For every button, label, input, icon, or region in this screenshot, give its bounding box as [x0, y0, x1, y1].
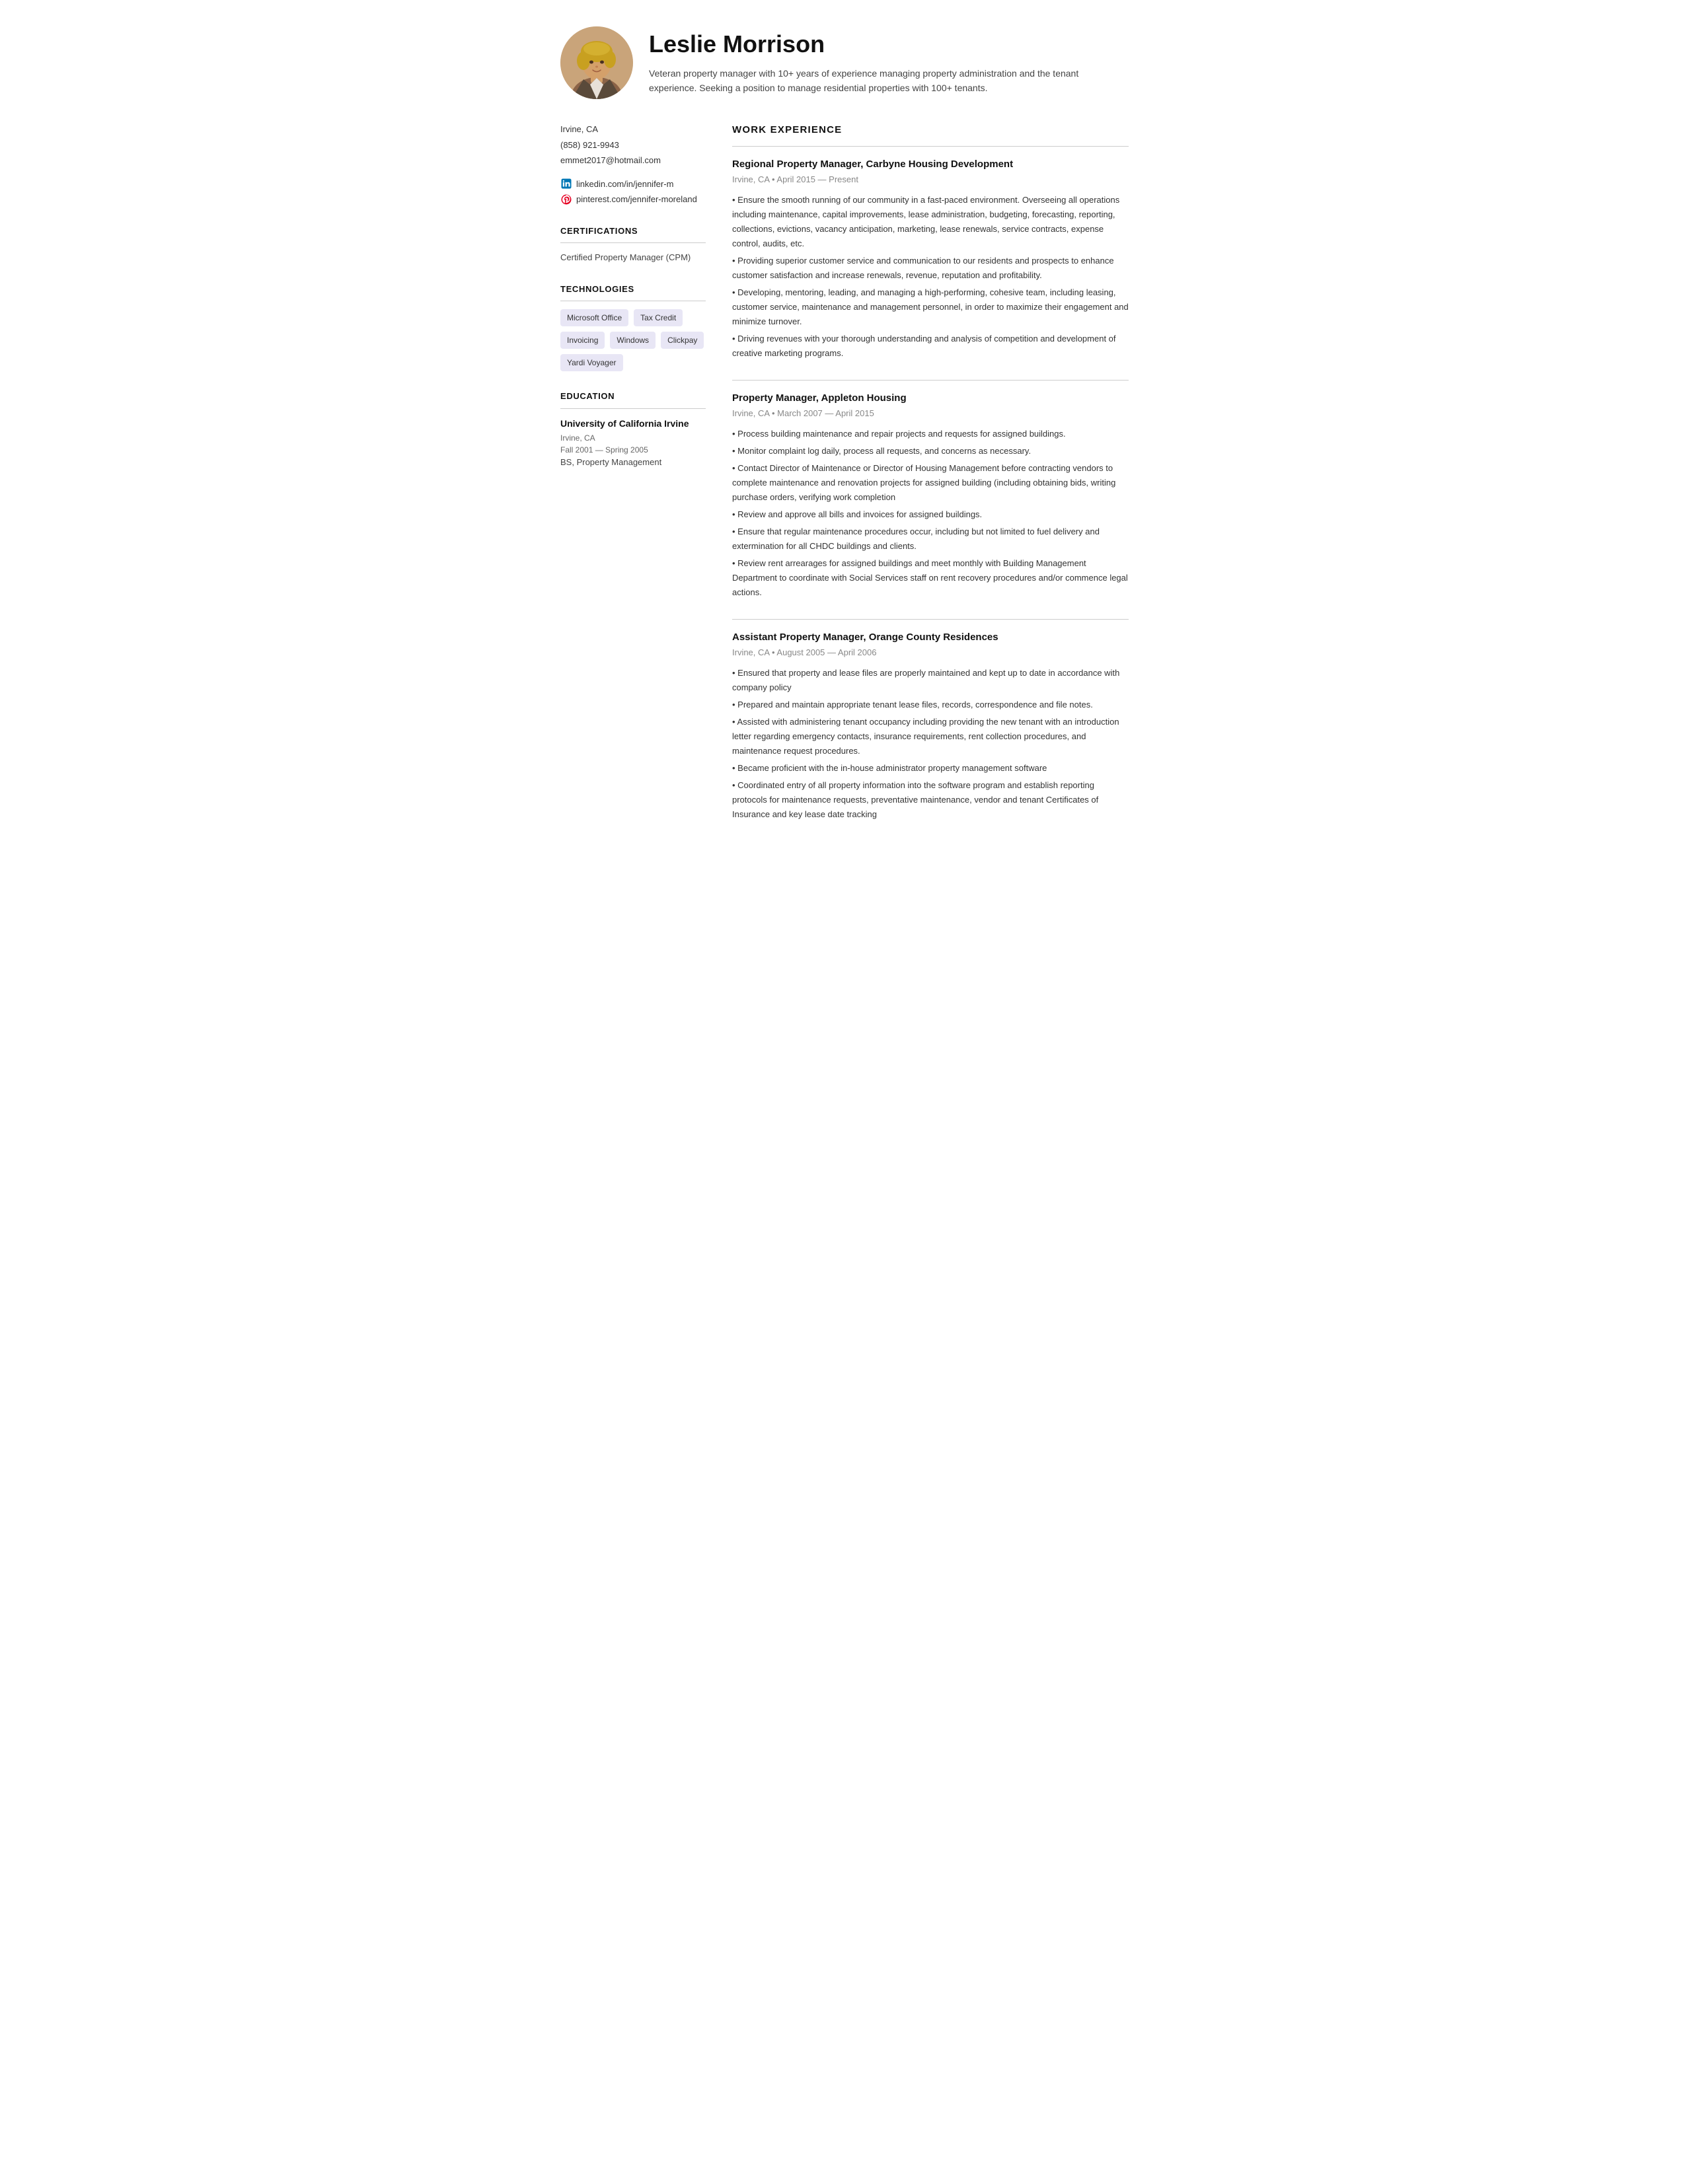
social-section: linkedin.com/in/jennifer-m pinterest.com… — [560, 178, 706, 206]
job-bullet-0-0: • Ensure the smooth running of our commu… — [732, 193, 1129, 251]
job-bullet-0-3: • Driving revenues with your thorough un… — [732, 332, 1129, 361]
job-bullet-1-1: • Monitor complaint log daily, process a… — [732, 444, 1129, 458]
certifications-title: CERTIFICATIONS — [560, 225, 706, 238]
cert-item-0: Certified Property Manager (CPM) — [560, 251, 706, 264]
pinterest-text: pinterest.com/jennifer-moreland — [576, 193, 697, 206]
tech-tag-1: Tax Credit — [634, 309, 683, 326]
contact-section: Irvine, CA (858) 921-9943 emmet2017@hotm… — [560, 123, 706, 167]
edu-school-0: University of California Irvine — [560, 417, 706, 431]
tech-tag-3: Windows — [610, 332, 656, 349]
cert-divider — [560, 242, 706, 243]
job-bullet-0-2: • Developing, mentoring, leading, and ma… — [732, 285, 1129, 329]
job-block-0: Regional Property Manager, Carbyne Housi… — [732, 157, 1129, 361]
contact-location: Irvine, CA — [560, 123, 706, 136]
job-bullet-1-0: • Process building maintenance and repai… — [732, 427, 1129, 441]
body-layout: Irvine, CA (858) 921-9943 emmet2017@hotm… — [560, 123, 1129, 841]
header-info: Leslie Morrison Veteran property manager… — [649, 26, 1129, 96]
job-bullet-2-0: • Ensured that property and lease files … — [732, 666, 1129, 695]
job-title-2: Assistant Property Manager, Orange Count… — [732, 630, 1129, 645]
work-experience-section: WORK EXPERIENCE Regional Property Manage… — [732, 123, 1129, 822]
technologies-title: TECHNOLOGIES — [560, 283, 706, 296]
job-description-2: • Ensured that property and lease files … — [732, 666, 1129, 822]
job-bullet-1-5: • Review rent arrearages for assigned bu… — [732, 556, 1129, 600]
avatar — [560, 26, 633, 99]
pinterest-link[interactable]: pinterest.com/jennifer-moreland — [560, 193, 706, 206]
job-bullet-1-4: • Ensure that regular maintenance proced… — [732, 525, 1129, 554]
contact-email: emmet2017@hotmail.com — [560, 154, 706, 167]
job-block-2: Assistant Property Manager, Orange Count… — [732, 630, 1129, 822]
resume-container: Leslie Morrison Veteran property manager… — [527, 0, 1162, 867]
header-section: Leslie Morrison Veteran property manager… — [560, 26, 1129, 99]
job-bullet-2-4: • Coordinated entry of all property info… — [732, 778, 1129, 822]
tech-tag-2: Invoicing — [560, 332, 605, 349]
candidate-name: Leslie Morrison — [649, 26, 1129, 62]
job-bullet-0-1: • Providing superior customer service an… — [732, 254, 1129, 283]
education-title: EDUCATION — [560, 390, 706, 403]
job-block-1: Property Manager, Appleton Housing Irvin… — [732, 391, 1129, 601]
tech-tag-5: Yardi Voyager — [560, 354, 623, 371]
job-title-0: Regional Property Manager, Carbyne Housi… — [732, 157, 1129, 172]
job-meta-1: Irvine, CA • March 2007 — April 2015 — [732, 407, 1129, 420]
tech-tag-4: Clickpay — [661, 332, 704, 349]
work-divider — [732, 146, 1129, 147]
linkedin-link[interactable]: linkedin.com/in/jennifer-m — [560, 178, 706, 191]
job-divider-1 — [732, 380, 1129, 381]
education-section: EDUCATION University of California Irvin… — [560, 390, 706, 468]
work-experience-title: WORK EXPERIENCE — [732, 123, 1129, 138]
job-bullet-1-2: • Contact Director of Maintenance or Dir… — [732, 461, 1129, 505]
contact-phone: (858) 921-9943 — [560, 139, 706, 152]
job-meta-0: Irvine, CA • April 2015 — Present — [732, 173, 1129, 186]
edu-degree-0: BS, Property Management — [560, 456, 706, 469]
edu-dates-0: Fall 2001 — Spring 2005 — [560, 444, 706, 456]
edu-divider — [560, 408, 706, 409]
pinterest-icon — [560, 194, 572, 205]
linkedin-icon — [560, 178, 572, 190]
job-bullet-2-3: • Became proficient with the in-house ad… — [732, 761, 1129, 776]
candidate-summary: Veteran property manager with 10+ years … — [649, 66, 1098, 96]
job-meta-2: Irvine, CA • August 2005 — April 2006 — [732, 646, 1129, 659]
certifications-section: CERTIFICATIONS Certified Property Manage… — [560, 225, 706, 264]
main-content: WORK EXPERIENCE Regional Property Manage… — [732, 123, 1129, 841]
edu-location-0: Irvine, CA — [560, 432, 706, 444]
job-title-1: Property Manager, Appleton Housing — [732, 391, 1129, 406]
job-bullet-2-1: • Prepared and maintain appropriate tena… — [732, 698, 1129, 712]
job-divider-2 — [732, 619, 1129, 620]
tech-tags-container: Microsoft Office Tax Credit Invoicing Wi… — [560, 309, 706, 371]
job-bullet-1-3: • Review and approve all bills and invoi… — [732, 507, 1129, 522]
linkedin-text: linkedin.com/in/jennifer-m — [576, 178, 673, 191]
job-description-1: • Process building maintenance and repai… — [732, 427, 1129, 601]
sidebar: Irvine, CA (858) 921-9943 emmet2017@hotm… — [560, 123, 706, 841]
job-bullet-2-2: • Assisted with administering tenant occ… — [732, 715, 1129, 758]
job-description-0: • Ensure the smooth running of our commu… — [732, 193, 1129, 361]
technologies-section: TECHNOLOGIES Microsoft Office Tax Credit… — [560, 283, 706, 372]
tech-tag-0: Microsoft Office — [560, 309, 628, 326]
